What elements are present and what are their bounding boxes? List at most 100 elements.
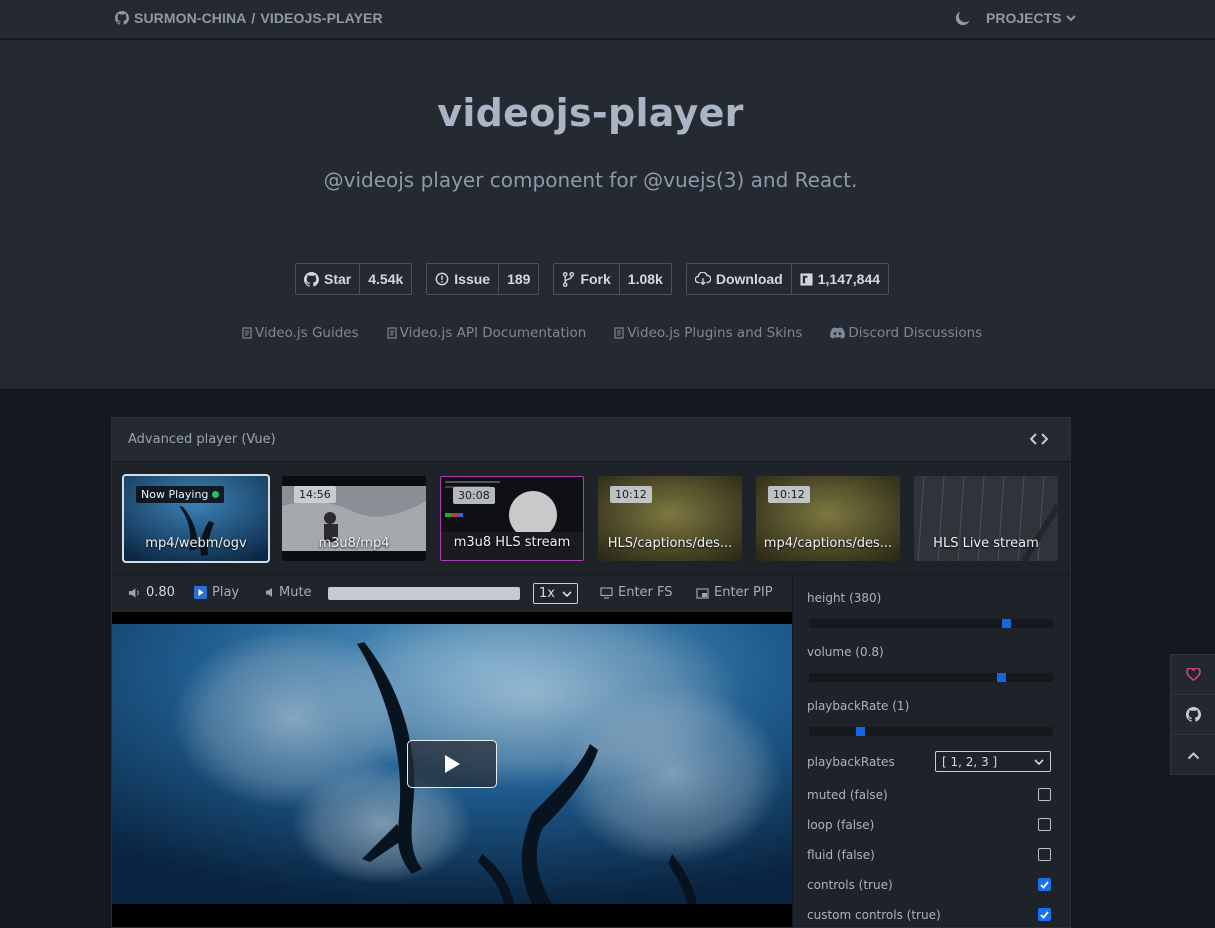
fullscreen-button[interactable]: Enter FS bbox=[600, 585, 673, 600]
playback-rate-select[interactable]: 1x bbox=[533, 583, 578, 604]
playback-rate-label: playbackRate (1) bbox=[807, 699, 910, 713]
status-dot bbox=[212, 491, 220, 498]
playlist-item-name: m3u8 HLS stream bbox=[453, 535, 571, 550]
repo-name[interactable]: VIDEOJS-PLAYER bbox=[260, 10, 382, 26]
sponsor-button[interactable] bbox=[1171, 655, 1215, 695]
link-plugins-label[interactable]: Video.js Plugins and Skins bbox=[627, 325, 802, 341]
document-icon bbox=[614, 327, 624, 339]
github-icon bbox=[304, 271, 319, 287]
scroll-top-button[interactable] bbox=[1171, 735, 1215, 775]
playlist-item-name: m3u8/mp4 bbox=[318, 536, 390, 551]
chevron-down-icon bbox=[562, 590, 572, 597]
slider-knob[interactable] bbox=[856, 727, 865, 736]
fork-icon bbox=[563, 271, 575, 287]
controls-label: controls (true) bbox=[807, 878, 893, 892]
playlist-item-name: HLS/captions/des... bbox=[607, 536, 733, 551]
controls-checkbox[interactable] bbox=[1038, 878, 1051, 891]
fluid-checkbox[interactable] bbox=[1038, 848, 1051, 861]
npm-icon bbox=[800, 272, 813, 286]
playback-rate-slider[interactable] bbox=[809, 727, 1053, 736]
star-label: Star bbox=[324, 271, 352, 287]
playlist-item[interactable]: 14:56 m3u8/mp4 bbox=[282, 476, 426, 561]
demo-card-header: Advanced player (Vue) bbox=[112, 418, 1070, 462]
link-api-docs[interactable]: Video.js API Documentation bbox=[387, 324, 587, 342]
duration-badge: 14:56 bbox=[294, 486, 336, 503]
playlist-item[interactable]: 10:12 mp4/captions/des... bbox=[756, 476, 900, 561]
fork-label: Fork bbox=[580, 271, 611, 287]
fullscreen-label: Enter FS bbox=[618, 585, 673, 600]
duration-badge: 10:12 bbox=[610, 486, 652, 503]
page-title: videojs-player bbox=[437, 91, 744, 135]
options-panel: height (380) volume (0.8) playbackRate (… bbox=[792, 576, 1070, 927]
custom-controls-checkbox[interactable] bbox=[1038, 908, 1051, 921]
speaker-icon bbox=[266, 588, 272, 597]
issue-badge[interactable]: Issue 189 bbox=[426, 263, 540, 295]
mute-label: Mute bbox=[279, 585, 312, 600]
link-discord[interactable]: Discord Discussions bbox=[830, 324, 982, 342]
link-plugins[interactable]: Video.js Plugins and Skins bbox=[614, 324, 802, 342]
chevron-down-icon bbox=[1034, 758, 1044, 765]
playlist-item-name: mp4/captions/des... bbox=[763, 536, 893, 551]
playlist-item[interactable]: 10:12 HLS/captions/des... bbox=[598, 476, 742, 561]
repo-owner[interactable]: SURMON-CHINA bbox=[134, 10, 246, 26]
moon-icon[interactable] bbox=[955, 10, 970, 26]
chevron-up-icon bbox=[1187, 751, 1199, 759]
issue-icon bbox=[435, 272, 449, 286]
play-icon bbox=[194, 586, 207, 599]
muted-checkbox[interactable] bbox=[1038, 788, 1051, 801]
volume-icon bbox=[128, 587, 139, 598]
volume-slider[interactable] bbox=[809, 673, 1053, 682]
seek-bar[interactable] bbox=[328, 587, 520, 600]
link-discord-label[interactable]: Discord Discussions bbox=[848, 325, 982, 341]
star-badge[interactable]: Star 4.54k bbox=[295, 263, 413, 295]
playlist-item[interactable]: HLS Live stream bbox=[914, 476, 1058, 561]
download-badge[interactable]: Download 1,147,844 bbox=[685, 263, 890, 295]
loop-checkbox[interactable] bbox=[1038, 818, 1051, 831]
monitor-icon bbox=[600, 586, 613, 599]
playlist: Now Playing mp4/webm/ogv 14:56 m3u8/mp4 … bbox=[112, 463, 1070, 575]
breadcrumb-separator: / bbox=[251, 10, 256, 26]
play-icon bbox=[445, 755, 460, 773]
big-play-button[interactable] bbox=[407, 740, 497, 788]
play-button[interactable]: Play bbox=[194, 585, 239, 600]
slider-knob[interactable] bbox=[997, 673, 1006, 682]
breadcrumb[interactable]: SURMON-CHINA / VIDEOJS-PLAYER bbox=[115, 9, 383, 27]
custom-controls-bar: 0.80 Play Mute 1x Enter FS Enter PIP bbox=[112, 576, 792, 612]
loop-label: loop (false) bbox=[807, 818, 875, 832]
link-api-docs-label[interactable]: Video.js API Documentation bbox=[400, 325, 587, 341]
checkmark-icon bbox=[1040, 880, 1049, 889]
duration-badge: 10:12 bbox=[768, 486, 810, 503]
fork-count: 1.08k bbox=[627, 271, 663, 287]
mute-button[interactable]: Mute bbox=[265, 585, 312, 600]
height-slider[interactable] bbox=[809, 619, 1053, 628]
link-guides[interactable]: Video.js Guides bbox=[242, 324, 359, 342]
playlist-item[interactable]: 30:08 m3u8 HLS stream bbox=[440, 476, 584, 561]
code-icon[interactable] bbox=[1030, 432, 1048, 446]
heart-icon bbox=[1185, 668, 1201, 681]
slider-knob[interactable] bbox=[1002, 619, 1011, 628]
demo-title: Advanced player (Vue) bbox=[128, 432, 276, 447]
top-navbar: SURMON-CHINA / VIDEOJS-PLAYER PROJECTS bbox=[0, 0, 1215, 39]
projects-label[interactable]: PROJECTS bbox=[986, 10, 1061, 26]
github-icon bbox=[115, 11, 129, 25]
playlist-item-name: mp4/webm/ogv bbox=[145, 536, 247, 551]
fork-badge[interactable]: Fork 1.08k bbox=[553, 263, 672, 295]
github-icon bbox=[1185, 707, 1201, 722]
volume-control[interactable]: 0.80 bbox=[128, 585, 175, 600]
height-label: height (380) bbox=[807, 591, 882, 605]
video-player[interactable] bbox=[112, 612, 792, 927]
demo-card: Advanced player (Vue) Now Playing mp4/we… bbox=[111, 417, 1071, 928]
playlist-item-name: HLS Live stream bbox=[933, 536, 1039, 551]
projects-menu[interactable]: PROJECTS bbox=[986, 10, 1077, 26]
rate-value: 1x bbox=[539, 586, 555, 601]
github-button[interactable] bbox=[1171, 695, 1215, 735]
pip-button[interactable]: Enter PIP bbox=[696, 585, 773, 600]
duration-badge: 30:08 bbox=[453, 487, 495, 504]
page-subtitle: @videojs player component for @vuejs(3) … bbox=[323, 168, 858, 192]
playlist-item[interactable]: Now Playing mp4/webm/ogv bbox=[122, 474, 270, 563]
playback-rates-select[interactable]: [ 1, 2, 3 ] bbox=[935, 751, 1051, 772]
star-count: 4.54k bbox=[368, 271, 404, 287]
chevron-down-icon bbox=[1066, 15, 1077, 22]
link-guides-label[interactable]: Video.js Guides bbox=[255, 325, 359, 341]
volume-value: 0.80 bbox=[146, 585, 175, 600]
